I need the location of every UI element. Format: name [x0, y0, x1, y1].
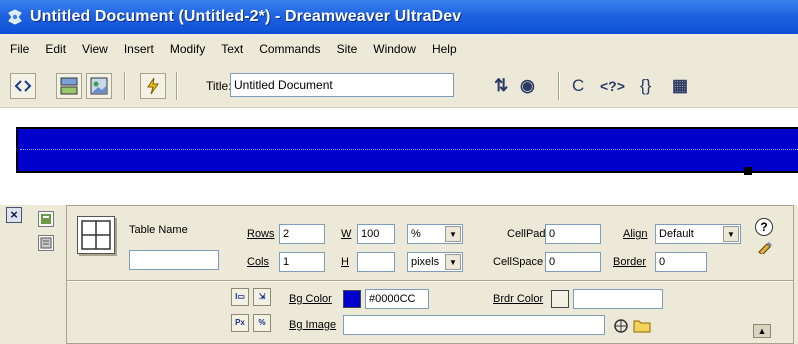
properties-divider	[67, 280, 793, 282]
code-view-icon	[14, 80, 32, 92]
code-view-button[interactable]	[10, 73, 36, 99]
bg-color-input[interactable]: #0000CC	[365, 289, 429, 309]
window-title: Untitled Document (Untitled-2*) - Dreamw…	[30, 8, 462, 25]
cellpad-input[interactable]: 0	[545, 224, 601, 244]
selected-table[interactable]	[16, 127, 798, 175]
menu-insert[interactable]: Insert	[116, 42, 162, 56]
help-icon[interactable]: ?	[755, 218, 773, 236]
menu-commands[interactable]: Commands	[251, 42, 328, 56]
clear-heights-button[interactable]: I▭	[231, 288, 249, 306]
toolbar-separator	[558, 72, 560, 100]
document-design-view[interactable]	[0, 108, 798, 190]
rows-label: Rows	[247, 228, 275, 240]
table-name-label: Table Name	[129, 224, 188, 236]
toolbar-separator	[124, 72, 126, 100]
collapse-panel-icon[interactable]: ▲	[753, 324, 771, 338]
bg-image-label: Bg Image	[289, 319, 337, 331]
document-toolbar: Title: Untitled Document ⇅ ◉ C <?> {} ▦	[0, 64, 798, 108]
menu-window[interactable]: Window	[365, 42, 424, 56]
align-label: Align	[623, 228, 648, 240]
border-color-input[interactable]	[573, 289, 663, 309]
cellspace-label: CellSpace	[493, 256, 544, 268]
properties-tab-icon[interactable]	[38, 211, 54, 227]
border-input[interactable]: 0	[655, 252, 707, 272]
live-data-icon	[147, 77, 159, 95]
dreamweaver-logo-icon	[8, 9, 22, 25]
menu-help[interactable]: Help	[424, 42, 465, 56]
cols-input[interactable]: 1	[279, 252, 325, 272]
design-view-icon	[90, 77, 108, 95]
w-label: W	[341, 228, 352, 240]
convert-widths-to-pixels-button[interactable]: Px	[231, 314, 249, 332]
border-color-swatch[interactable]	[551, 290, 569, 308]
menu-modify[interactable]: Modify	[162, 42, 213, 56]
menu-bar: File Edit View Insert Modify Text Comman…	[0, 34, 798, 64]
table-properties: Table Name Rows 2 Cols 1 W 100 H % ▼ pix…	[66, 205, 794, 344]
preview-browser-icon[interactable]: ◉	[520, 76, 535, 96]
border-label: Border	[613, 256, 647, 268]
chevron-down-icon: ▼	[445, 226, 461, 242]
height-unit-select[interactable]: pixels ▼	[407, 252, 463, 272]
cellspace-input[interactable]: 0	[545, 252, 601, 272]
table-row-divider	[20, 149, 798, 150]
width-unit-value: %	[411, 228, 421, 240]
menu-edit[interactable]: Edit	[37, 42, 74, 56]
align-select[interactable]: Default ▼	[655, 224, 741, 244]
rows-input[interactable]: 2	[279, 224, 325, 244]
property-inspector: × Table Name Rows 2 Cols 1 W 100 H % ▼ p…	[0, 205, 798, 344]
toolbar-separator	[176, 72, 178, 100]
browse-folder-icon[interactable]	[633, 317, 651, 333]
code-design-view-icon	[60, 77, 78, 95]
height-input[interactable]	[357, 252, 395, 272]
point-to-file-icon[interactable]	[613, 318, 629, 334]
h-label: H	[341, 256, 349, 268]
width-unit-select[interactable]: % ▼	[407, 224, 463, 244]
title-bar: Untitled Document (Untitled-2*) - Dreamw…	[0, 0, 798, 34]
attributes-tab-icon[interactable]	[38, 235, 54, 251]
document-title-input[interactable]: Untitled Document	[230, 73, 454, 97]
bg-image-input[interactable]	[343, 315, 605, 335]
close-panel-icon[interactable]: ×	[6, 207, 22, 223]
bg-color-swatch[interactable]	[343, 290, 361, 308]
align-value: Default	[659, 228, 694, 240]
table-resize-handle[interactable]	[744, 167, 752, 175]
design-view-button[interactable]	[86, 73, 112, 99]
menu-view[interactable]: View	[74, 42, 116, 56]
cols-label: Cols	[247, 256, 270, 268]
chevron-down-icon: ▼	[445, 254, 461, 270]
code-navigation-icon[interactable]: {}	[640, 76, 651, 96]
code-design-view-button[interactable]	[56, 73, 82, 99]
width-input[interactable]: 100	[357, 224, 395, 244]
bg-color-label: Bg Color	[289, 293, 332, 305]
title-label: Title:	[206, 79, 232, 93]
chevron-down-icon: ▼	[723, 226, 739, 242]
reference-icon[interactable]: <?>	[600, 78, 625, 94]
quick-tag-editor-icon[interactable]	[757, 240, 773, 256]
view-options-icon[interactable]: ▦	[672, 76, 688, 96]
file-management-icon[interactable]: ⇅	[494, 76, 508, 96]
menu-site[interactable]: Site	[329, 42, 366, 56]
height-unit-value: pixels	[411, 256, 440, 268]
refresh-icon[interactable]: C	[572, 76, 584, 96]
menu-text[interactable]: Text	[213, 42, 251, 56]
convert-heights-button[interactable]: ⇲	[253, 288, 271, 306]
convert-widths-to-percent-button[interactable]: %	[253, 314, 271, 332]
menu-file[interactable]: File	[2, 42, 37, 56]
live-data-button[interactable]	[140, 73, 166, 99]
table-name-input[interactable]	[129, 250, 219, 270]
table-icon	[77, 216, 115, 254]
cellpad-label: CellPad	[507, 228, 546, 240]
border-color-label: Brdr Color	[493, 293, 544, 305]
